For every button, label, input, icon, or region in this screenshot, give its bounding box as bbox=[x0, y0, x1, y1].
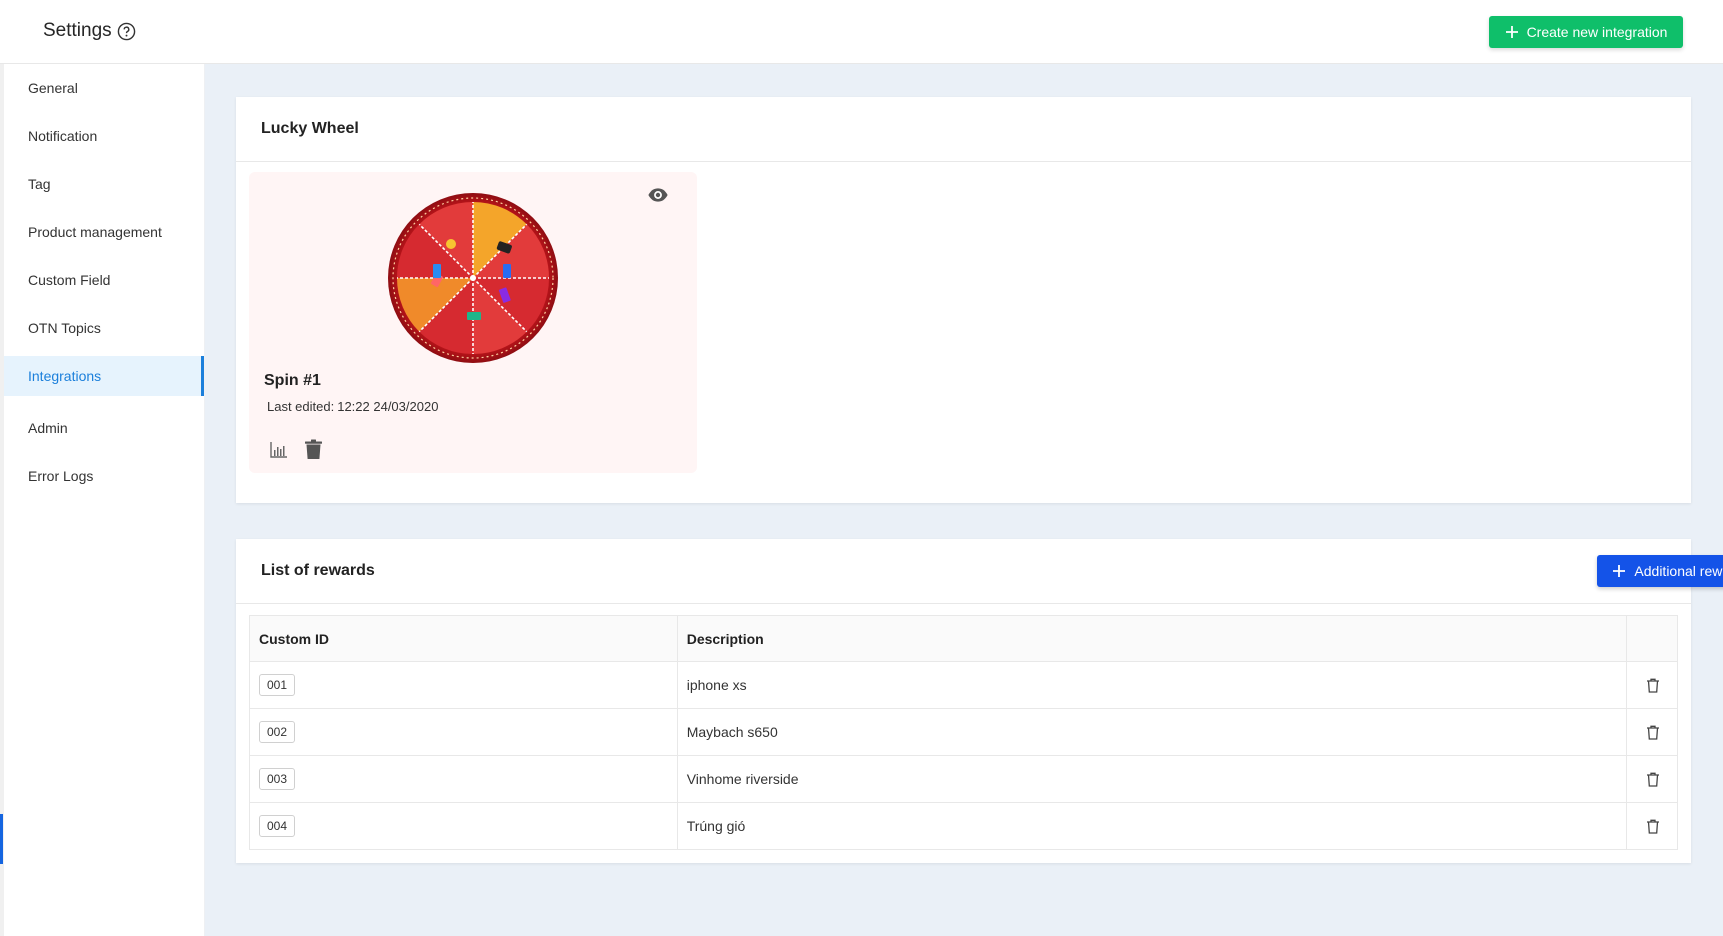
bar-chart-icon[interactable] bbox=[269, 440, 289, 460]
cell-custom-id: 001 bbox=[249, 661, 678, 709]
plus-icon bbox=[1613, 565, 1626, 577]
sidebar-item-product-management[interactable]: Product management bbox=[4, 208, 204, 256]
sidebar-item-label: General bbox=[28, 80, 78, 96]
spin-name: Spin #1 bbox=[264, 372, 321, 389]
create-integration-label: Create new integration bbox=[1526, 24, 1668, 40]
eye-icon[interactable] bbox=[647, 184, 669, 206]
delete-icon[interactable] bbox=[1646, 772, 1660, 787]
additional-rewards-label: Additional rewards bbox=[1634, 563, 1723, 579]
column-header-custom-id: Custom ID bbox=[249, 615, 678, 662]
spin-tile[interactable]: Spin #1 Last edited: 12:22 24/03/2020 bbox=[249, 172, 697, 473]
column-header-description: Description bbox=[676, 615, 1628, 662]
trash-icon[interactable] bbox=[304, 439, 323, 460]
cell-description: Vinhome riverside bbox=[676, 755, 1628, 803]
sidebar-item-general[interactable]: General bbox=[4, 64, 204, 112]
cell-description: iphone xs bbox=[676, 661, 1628, 709]
sidebar-item-label: Product management bbox=[28, 224, 162, 240]
column-header-actions bbox=[1626, 615, 1678, 662]
id-tag: 004 bbox=[259, 815, 296, 837]
sidebar-item-error-logs[interactable]: Error Logs bbox=[4, 452, 204, 500]
settings-sidebar: General Notification Tag Product managem… bbox=[0, 64, 205, 936]
cell-actions bbox=[1626, 661, 1678, 709]
sidebar-item-otn-topics[interactable]: OTN Topics bbox=[4, 304, 204, 352]
sidebar-item-integrations[interactable]: Integrations bbox=[4, 356, 204, 396]
table-header-row: Custom ID Description bbox=[249, 615, 1678, 662]
plus-icon bbox=[1505, 26, 1518, 38]
sidebar-item-label: OTN Topics bbox=[28, 320, 101, 336]
sidebar-item-label: Notification bbox=[28, 128, 98, 144]
last-edited-label: Last edited: bbox=[267, 399, 335, 414]
sidebar-item-label: Error Logs bbox=[28, 468, 94, 484]
cell-custom-id: 004 bbox=[249, 802, 678, 850]
lucky-wheel-title: Lucky Wheel bbox=[236, 97, 1691, 162]
cell-actions bbox=[1626, 708, 1678, 756]
sidebar-scroll-indicator bbox=[0, 814, 3, 864]
sidebar-item-label: Admin bbox=[28, 420, 68, 436]
lucky-wheel-card: Lucky Wheel Spin #1 Last edited: 12:22 2… bbox=[236, 97, 1691, 503]
delete-icon[interactable] bbox=[1646, 725, 1660, 740]
table-row: 002 Maybach s650 bbox=[249, 708, 1678, 756]
id-tag: 002 bbox=[259, 721, 296, 743]
cell-custom-id: 002 bbox=[249, 708, 678, 756]
additional-rewards-button[interactable]: Additional rewards bbox=[1597, 555, 1723, 587]
sidebar-item-tag[interactable]: Tag bbox=[4, 160, 204, 208]
rewards-card: List of rewards Additional rewards Custo… bbox=[236, 539, 1723, 863]
help-icon[interactable] bbox=[117, 22, 136, 41]
sidebar-item-notification[interactable]: Notification bbox=[4, 112, 204, 160]
cell-actions bbox=[1626, 802, 1678, 850]
cell-actions bbox=[1626, 755, 1678, 803]
lucky-wheel-image bbox=[388, 193, 558, 363]
page-title-wrap: Settings bbox=[43, 20, 136, 42]
cell-description: Maybach s650 bbox=[676, 708, 1628, 756]
page-title: Settings bbox=[43, 20, 112, 41]
cell-description: Trúng gió bbox=[676, 802, 1628, 850]
create-integration-button[interactable]: Create new integration bbox=[1489, 16, 1683, 48]
sidebar-item-label: Tag bbox=[28, 176, 51, 192]
table-row: 004 Trúng gió bbox=[249, 802, 1678, 850]
cell-custom-id: 003 bbox=[249, 755, 678, 803]
last-edited-value: 12:22 24/03/2020 bbox=[337, 399, 439, 414]
id-tag: 003 bbox=[259, 768, 296, 790]
sidebar-item-custom-field[interactable]: Custom Field bbox=[4, 256, 204, 304]
sidebar-item-label: Integrations bbox=[28, 368, 102, 384]
spin-last-edited: Last edited: 12:22 24/03/2020 bbox=[264, 399, 438, 414]
id-tag: 001 bbox=[259, 674, 296, 696]
sidebar-item-admin[interactable]: Admin bbox=[4, 404, 204, 452]
rewards-table: Custom ID Description 001 iphone xs 002 … bbox=[249, 615, 1678, 850]
table-row: 001 iphone xs bbox=[249, 661, 1678, 709]
sidebar-item-label: Custom Field bbox=[28, 272, 111, 288]
top-bar: Settings Create new integration bbox=[0, 0, 1723, 64]
main-content: Lucky Wheel Spin #1 Last edited: 12:22 2… bbox=[205, 64, 1723, 936]
table-row: 003 Vinhome riverside bbox=[249, 755, 1678, 803]
delete-icon[interactable] bbox=[1646, 678, 1660, 693]
delete-icon[interactable] bbox=[1646, 819, 1660, 834]
rewards-title: List of rewards bbox=[236, 539, 1691, 604]
